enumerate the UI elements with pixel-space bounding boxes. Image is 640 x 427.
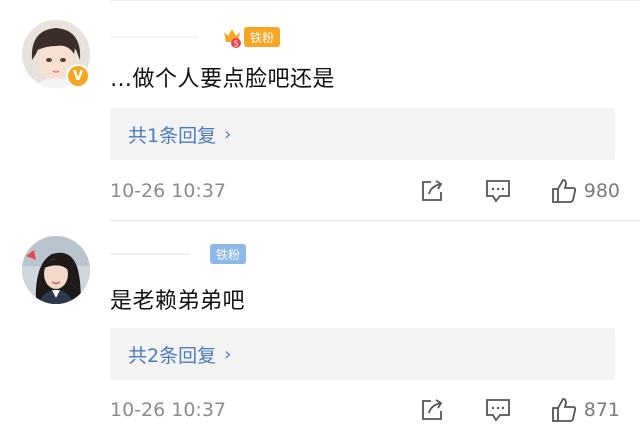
comment-actions: 871	[418, 396, 620, 424]
comment-actions: 980	[418, 177, 620, 205]
share-icon[interactable]	[418, 396, 446, 424]
comment-list: V 5 铁粉 …做个人要点脸吧还是 共1条回复 › 10-26 10:37 98…	[0, 0, 640, 427]
view-replies-button[interactable]: 共1条回复 ›	[110, 108, 615, 160]
timestamp: 10-26 10:37	[110, 399, 227, 421]
username-placeholder[interactable]	[110, 36, 198, 38]
view-replies-button[interactable]: 共2条回复 ›	[110, 328, 615, 380]
username-placeholder[interactable]	[110, 253, 190, 255]
timestamp: 10-26 10:37	[110, 180, 227, 202]
comment-text: 是老赖弟弟吧	[110, 289, 246, 314]
comment-item: V 5 铁粉 …做个人要点脸吧还是 共1条回复 › 10-26 10:37 98…	[0, 0, 640, 220]
comment-text: …做个人要点脸吧还是	[110, 67, 336, 92]
user-meta: 5 铁粉	[110, 26, 281, 49]
comment-icon[interactable]	[484, 396, 512, 424]
share-icon[interactable]	[418, 177, 446, 205]
fan-level-number: 5	[233, 40, 238, 49]
verified-badge-icon: V	[66, 64, 90, 88]
replies-label: 共1条回复	[128, 124, 217, 147]
like-count: 980	[583, 180, 620, 202]
like-count: 871	[583, 399, 620, 421]
thumbs-up-icon[interactable]	[550, 177, 578, 205]
chevron-right-icon: ›	[224, 343, 232, 365]
comment-footer: 10-26 10:37	[110, 176, 620, 206]
comment-icon[interactable]	[484, 177, 512, 205]
avatar[interactable]	[22, 236, 90, 304]
crown-level-icon: 5	[222, 26, 242, 49]
comment-item: 铁粉 是老赖弟弟吧 共2条回复 › 10-26 10:37 871	[0, 221, 640, 427]
fan-badge: 铁粉	[210, 244, 247, 264]
replies-label: 共2条回复	[128, 344, 217, 367]
chevron-right-icon: ›	[224, 123, 232, 145]
thumbs-up-icon[interactable]	[550, 396, 578, 424]
user-meta: 铁粉	[110, 243, 247, 265]
fan-badge: 铁粉	[244, 27, 281, 47]
comment-footer: 10-26 10:37	[110, 395, 620, 425]
